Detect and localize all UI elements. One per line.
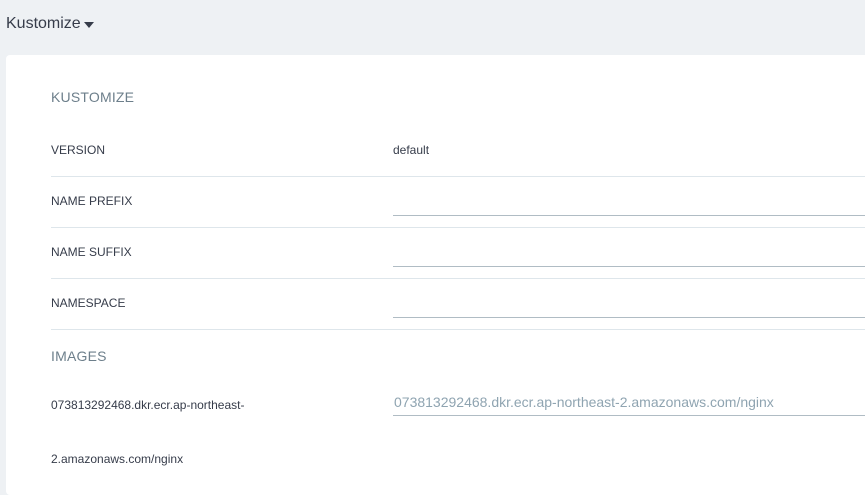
section-title-kustomize: KUSTOMIZE — [51, 89, 135, 105]
name-suffix-label: NAME SUFFIX — [51, 245, 132, 259]
row-name-prefix: NAME PREFIX — [51, 176, 865, 228]
image-label-line2: 2.amazonaws.com/nginx — [51, 452, 184, 466]
caret-down-icon — [83, 22, 94, 28]
section-title-images: IMAGES — [51, 348, 107, 364]
version-value: default — [393, 143, 430, 157]
header-title: Kustomize — [6, 15, 81, 32]
namespace-label: NAMESPACE — [51, 296, 126, 310]
name-prefix-label: NAME PREFIX — [51, 194, 133, 208]
image-override-input[interactable] — [393, 388, 865, 416]
namespace-input[interactable] — [393, 290, 865, 318]
row-image: 073813292468.dkr.ecr.ap-northeast- — [51, 380, 865, 431]
image-label-line1: 073813292468.dkr.ecr.ap-northeast- — [51, 398, 245, 412]
kustomize-panel: KUSTOMIZE VERSION default NAME PREFIX NA… — [6, 55, 865, 495]
name-prefix-input[interactable] — [393, 188, 865, 216]
kustomize-dropdown-toggle[interactable]: Kustomize — [6, 14, 94, 34]
row-name-suffix: NAME SUFFIX — [51, 227, 865, 279]
name-suffix-input[interactable] — [393, 239, 865, 267]
version-label: VERSION — [51, 143, 106, 157]
row-version: VERSION default — [51, 125, 865, 177]
row-namespace: NAMESPACE — [51, 278, 865, 330]
